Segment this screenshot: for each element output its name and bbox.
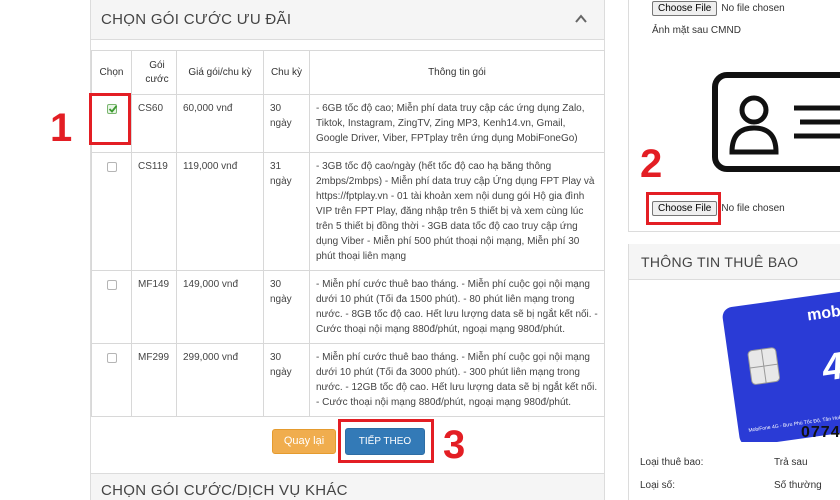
table-row: CS119 119,000 vnđ 31 ngày - 3GB tốc độ c… xyxy=(91,152,605,271)
plan-code: MF149 xyxy=(131,270,177,344)
plan-price: 299,000 vnđ xyxy=(176,343,264,417)
front-id-file-row: Choose File No file chosen xyxy=(652,1,785,16)
plan-code: MF299 xyxy=(131,343,177,417)
table-row: CS60 60,000 vnđ 30 ngày - 6GB tốc độ cao… xyxy=(91,94,605,153)
plan-info: - 3GB tốc độ cao/ngày (hết tốc độ cao hạ… xyxy=(309,152,605,271)
table-row: MF299 299,000 vnđ 30 ngày - Miễn phí cướ… xyxy=(91,343,605,417)
plan-price: 149,000 vnđ xyxy=(176,270,264,344)
plan-checkbox-mf299[interactable] xyxy=(106,353,117,363)
row-select-cell[interactable] xyxy=(91,343,132,417)
plan-info: - Miễn phí cước thuê bao tháng. - Miễn p… xyxy=(309,270,605,344)
id-card-icon xyxy=(712,72,840,172)
plan-info: - 6GB tốc độ cao; Miễn phí data truy cập… xyxy=(309,94,605,153)
step-3-marker: 3 xyxy=(443,423,466,467)
plan-cycle: 30 ngày xyxy=(263,343,310,417)
number-type-value: Số thường xyxy=(774,480,822,491)
table-header-row: Chọn Gói cước Giá gói/chu kỳ Chu kỳ Thôn… xyxy=(91,50,605,95)
plans-panel-title: CHỌN GÓI CƯỚC ƯU ĐÃI xyxy=(101,11,292,28)
no-file-text: No file chosen xyxy=(721,3,785,14)
subscriber-panel-title: THÔNG TIN THUÊ BAO xyxy=(641,254,799,270)
other-services-header[interactable]: CHỌN GÓI CƯỚC/DỊCH VỤ KHÁC xyxy=(90,473,605,500)
plan-cycle: 31 ngày xyxy=(263,152,310,271)
back-button[interactable]: Quay lại xyxy=(272,429,336,454)
step-1-highlight xyxy=(89,93,131,145)
plan-checkbox-cs119[interactable] xyxy=(106,162,117,172)
step-3-highlight xyxy=(338,419,434,463)
step-2-highlight xyxy=(646,192,721,225)
number-type-label: Loại số: xyxy=(640,480,676,491)
step-2-marker: 2 xyxy=(640,142,663,186)
choose-file-button-front[interactable]: Choose File xyxy=(652,1,718,16)
plan-price: 60,000 vnđ xyxy=(176,94,264,153)
row-select-cell[interactable] xyxy=(91,270,132,344)
subscriber-type-value: Trả sau xyxy=(774,457,808,468)
col-info: Thông tin gói xyxy=(309,50,605,95)
subscriber-panel-header: THÔNG TIN THUÊ BAO xyxy=(629,244,840,280)
plan-cycle: 30 ngày xyxy=(263,270,310,344)
table-row: MF149 149,000 vnđ 30 ngày - Miễn phí cướ… xyxy=(91,270,605,344)
plan-cycle: 30 ngày xyxy=(263,94,310,153)
sim-card-image: mobifone 4G MobiFone 4G - Bưu Phú Tốc Độ… xyxy=(722,290,840,442)
plans-table: Chọn Gói cước Giá gói/chu kỳ Chu kỳ Thôn… xyxy=(91,50,605,417)
chevron-up-icon[interactable] xyxy=(574,12,588,26)
subscriber-type-label: Loại thuê bao: xyxy=(640,457,704,468)
plan-price: 119,000 vnđ xyxy=(176,152,264,271)
step-1-marker: 1 xyxy=(50,106,73,150)
no-file-text: No file chosen xyxy=(721,203,785,214)
back-id-label: Ảnh mặt sau CMND xyxy=(652,25,741,36)
col-select: Chọn xyxy=(91,50,132,95)
plan-checkbox-mf149[interactable] xyxy=(106,280,117,290)
row-select-cell[interactable] xyxy=(91,152,132,271)
plan-code: CS60 xyxy=(131,94,177,153)
col-cycle: Chu kỳ xyxy=(263,50,310,95)
other-services-title: CHỌN GÓI CƯỚC/DỊCH VỤ KHÁC xyxy=(101,482,348,499)
col-price: Giá gói/chu kỳ xyxy=(176,50,264,95)
plans-panel-header[interactable]: CHỌN GÓI CƯỚC ƯU ĐÃI xyxy=(91,0,604,40)
col-plan: Gói cước xyxy=(131,50,177,95)
plan-code: CS119 xyxy=(131,152,177,271)
sim-number: 0774( xyxy=(801,424,840,441)
plan-info: - Miễn phí cước thuê bao tháng. - Miễn p… xyxy=(309,343,605,417)
